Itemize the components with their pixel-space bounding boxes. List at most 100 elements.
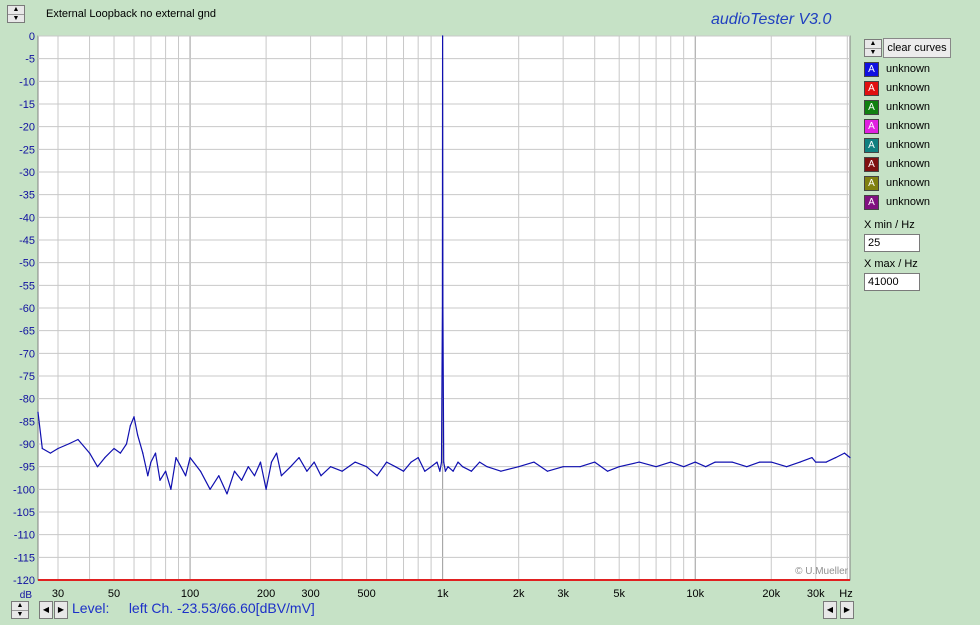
data-point	[209, 488, 211, 490]
scroll-right-button[interactable]: ▶	[54, 601, 68, 619]
x-tick-label: 30k	[807, 588, 825, 600]
data-point	[226, 493, 228, 495]
curve-color-swatch[interactable]: A	[864, 62, 879, 77]
data-point	[799, 461, 801, 463]
legend-label: unknown	[886, 82, 931, 94]
x-tick-label: 30	[52, 588, 64, 600]
data-point	[67, 443, 70, 445]
y-tick-label: -100	[13, 484, 35, 496]
data-point	[289, 466, 292, 468]
data-point	[442, 307, 444, 309]
data-point	[670, 461, 672, 463]
data-point	[147, 475, 149, 477]
spin-down-icon[interactable]: ▼	[865, 49, 881, 57]
data-point	[233, 470, 236, 472]
spin-down-icon[interactable]: ▼	[12, 611, 28, 619]
data-point	[440, 461, 443, 463]
x-tick-label: 200	[257, 588, 275, 600]
xmax-input[interactable]	[864, 273, 920, 291]
data-point	[486, 466, 488, 468]
curve-color-swatch[interactable]: A	[864, 81, 879, 96]
bottom-spinner[interactable]: ▲ ▼	[11, 601, 29, 619]
data-point	[119, 452, 122, 454]
data-point	[280, 475, 283, 477]
data-point	[655, 466, 657, 468]
y-tick-label: -25	[19, 144, 35, 156]
data-point	[518, 466, 520, 468]
data-point	[683, 466, 685, 468]
y-tick-label: -30	[19, 167, 35, 179]
spin-up-icon[interactable]: ▲	[12, 602, 28, 611]
x-scroll-left-button[interactable]: ◀	[823, 601, 837, 619]
spin-up-icon[interactable]: ▲	[865, 40, 881, 49]
spectrum-chart[interactable]: 0 -5 -10 -15 -20 -25 -30 -35 -40 -45 -50 -55 -60 -65 -…	[0, 30, 860, 600]
y-tick-label: -35	[19, 190, 35, 202]
data-point	[436, 461, 438, 463]
data-point	[442, 35, 444, 37]
data-point	[694, 461, 696, 463]
scroll-left-button[interactable]: ◀	[39, 601, 53, 619]
spin-down-icon[interactable]: ▼	[8, 15, 24, 23]
curve-color-swatch[interactable]: A	[864, 100, 879, 115]
data-point	[320, 475, 322, 477]
data-point	[562, 466, 564, 468]
level-label: Level:	[72, 600, 110, 616]
data-point	[457, 461, 459, 463]
y-tick-label: -15	[19, 99, 35, 111]
data-point	[618, 466, 620, 468]
curves-spinner[interactable]: ▲ ▼	[864, 39, 882, 57]
data-point	[731, 461, 733, 463]
y-tick-label: -105	[13, 507, 35, 519]
y-tick-label: 0	[29, 31, 35, 43]
data-point	[594, 461, 596, 463]
data-point	[170, 488, 172, 490]
curve-color-swatch[interactable]: A	[864, 138, 879, 153]
data-point	[306, 470, 308, 472]
data-point	[265, 488, 267, 490]
xmin-input[interactable]	[864, 234, 920, 252]
data-point	[746, 466, 748, 468]
y-tick-label: -45	[19, 235, 35, 247]
data-point	[104, 457, 106, 459]
data-point	[366, 466, 368, 468]
title-spinner[interactable]: ▲ ▼	[7, 5, 25, 23]
data-point	[785, 466, 788, 468]
data-point	[184, 475, 187, 477]
data-point	[164, 470, 167, 472]
data-point	[376, 475, 378, 477]
y-tick-label: -40	[19, 212, 35, 224]
level-readout: Level: left Ch. -23.53/66.60[dBV/mV]	[72, 600, 315, 616]
x-tick-label: 50	[108, 588, 120, 600]
data-point	[354, 461, 356, 463]
data-point	[430, 466, 432, 468]
data-point	[133, 416, 135, 418]
clear-curves-button[interactable]: clear curves	[883, 38, 951, 58]
x-tick-label: 500	[357, 588, 375, 600]
x-axis-unit: Hz	[839, 588, 852, 600]
data-point	[462, 466, 464, 468]
data-point	[443, 461, 445, 463]
y-axis-unit: dB	[20, 590, 33, 600]
data-point	[313, 461, 315, 463]
data-point	[638, 461, 640, 463]
data-point	[825, 461, 827, 463]
legend-label: unknown	[886, 196, 931, 208]
data-point	[811, 457, 813, 459]
x-scroll-right-button[interactable]: ▶	[840, 601, 854, 619]
data-point	[253, 475, 256, 477]
data-point	[394, 466, 396, 468]
data-point	[439, 470, 441, 472]
data-point	[533, 461, 535, 463]
data-point	[41, 447, 43, 450]
data-point	[417, 457, 419, 459]
curve-color-swatch[interactable]: A	[864, 195, 879, 210]
data-point	[607, 470, 609, 472]
curve-color-swatch[interactable]: A	[864, 157, 879, 172]
legend-label: unknown	[886, 158, 931, 170]
data-point	[270, 461, 273, 463]
curve-color-swatch[interactable]: A	[864, 119, 879, 134]
spin-up-icon[interactable]: ▲	[8, 6, 24, 15]
data-point	[705, 466, 707, 468]
curve-color-swatch[interactable]: A	[864, 176, 879, 191]
y-tick-label: -95	[19, 462, 35, 474]
